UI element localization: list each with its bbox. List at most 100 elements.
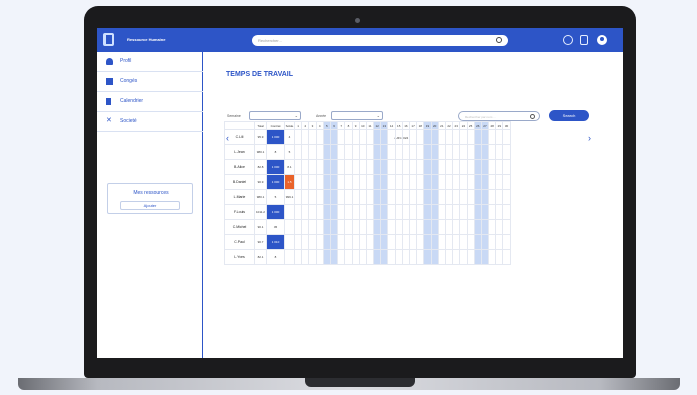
day-cell[interactable] (315, 129, 324, 145)
day-cell[interactable] (301, 219, 310, 235)
day-cell[interactable] (473, 249, 482, 265)
day-cell[interactable] (373, 159, 382, 175)
day-cell[interactable] (337, 144, 346, 160)
day-cell[interactable] (466, 174, 475, 190)
day-cell[interactable] (315, 144, 324, 160)
day-cell[interactable] (308, 249, 317, 265)
day-cell[interactable] (473, 174, 482, 190)
day-cell[interactable] (452, 159, 461, 175)
day-cell[interactable] (351, 219, 360, 235)
day-cell[interactable] (351, 204, 360, 220)
day-cell[interactable] (502, 204, 511, 220)
day-cell[interactable] (401, 204, 411, 220)
week-select[interactable]: ⌄ (249, 111, 301, 120)
day-cell[interactable] (480, 129, 490, 145)
day-cell[interactable] (293, 189, 303, 205)
day-cell[interactable] (337, 249, 346, 265)
document-icon[interactable] (580, 35, 588, 45)
day-cell[interactable] (301, 144, 310, 160)
day-cell[interactable] (452, 234, 461, 250)
day-cell[interactable] (322, 159, 331, 175)
sidebar-item-conges[interactable]: Congés (97, 72, 203, 92)
day-cell[interactable] (394, 189, 403, 205)
day-cell[interactable] (380, 174, 389, 190)
day-cell[interactable] (373, 189, 382, 205)
day-cell[interactable] (488, 219, 497, 235)
day-cell[interactable] (337, 174, 346, 190)
day-cell[interactable] (380, 204, 389, 220)
day-cell[interactable] (337, 189, 346, 205)
day-cell[interactable] (301, 189, 310, 205)
day-cell[interactable] (488, 144, 497, 160)
day-cell[interactable] (459, 189, 468, 205)
employee-search-input[interactable]: Rechercher par nom ... (458, 111, 540, 121)
day-cell[interactable] (444, 129, 454, 145)
day-cell[interactable] (480, 234, 490, 250)
day-cell[interactable] (329, 144, 339, 160)
day-cell[interactable] (329, 129, 339, 145)
add-resource-button[interactable]: Ajouter (120, 201, 180, 210)
day-cell[interactable] (387, 234, 396, 250)
day-cell[interactable] (380, 129, 389, 145)
search-icon[interactable] (496, 37, 502, 43)
day-cell[interactable] (459, 159, 468, 175)
day-cell[interactable] (351, 249, 360, 265)
day-cell[interactable] (394, 129, 403, 145)
day-cell[interactable] (430, 159, 439, 175)
day-cell[interactable] (351, 189, 360, 205)
table-row[interactable]: B.Daniel 90.9 1 000 1.5 (224, 174, 511, 190)
day-cell[interactable] (380, 234, 389, 250)
day-cell[interactable] (416, 234, 425, 250)
day-cell[interactable] (394, 174, 403, 190)
day-cell[interactable] (408, 189, 418, 205)
day-cell[interactable] (351, 144, 360, 160)
day-cell[interactable] (387, 219, 396, 235)
day-cell[interactable] (408, 159, 418, 175)
day-cell[interactable] (401, 129, 411, 145)
table-row[interactable]: L.Jean 980.1 8 5 (224, 144, 511, 160)
day-cell[interactable] (473, 159, 482, 175)
day-cell[interactable] (380, 249, 389, 265)
day-cell[interactable] (380, 159, 389, 175)
day-cell[interactable] (502, 144, 511, 160)
day-cell[interactable] (373, 174, 382, 190)
day-cell[interactable] (444, 249, 454, 265)
day-cell[interactable] (293, 129, 303, 145)
day-cell[interactable] (315, 189, 324, 205)
day-cell[interactable] (416, 249, 425, 265)
day-cell[interactable] (452, 129, 461, 145)
day-cell[interactable] (394, 144, 403, 160)
day-cell[interactable] (293, 234, 303, 250)
day-cell[interactable] (344, 159, 353, 175)
day-cell[interactable] (358, 174, 367, 190)
day-cell[interactable] (315, 174, 324, 190)
day-cell[interactable] (430, 144, 439, 160)
day-cell[interactable] (322, 249, 331, 265)
day-cell[interactable] (459, 129, 468, 145)
day-cell[interactable] (293, 144, 303, 160)
day-cell[interactable] (408, 219, 418, 235)
day-cell[interactable] (437, 249, 446, 265)
day-cell[interactable] (423, 234, 432, 250)
day-cell[interactable] (437, 234, 446, 250)
day-cell[interactable] (437, 129, 446, 145)
day-cell[interactable] (358, 234, 367, 250)
day-cell[interactable] (488, 234, 497, 250)
day-cell[interactable] (337, 159, 346, 175)
day-cell[interactable] (408, 204, 418, 220)
day-cell[interactable] (495, 159, 504, 175)
day-cell[interactable] (344, 144, 353, 160)
day-cell[interactable] (437, 189, 446, 205)
day-cell[interactable] (430, 174, 439, 190)
day-cell[interactable] (337, 219, 346, 235)
day-cell[interactable] (365, 249, 375, 265)
day-cell[interactable] (480, 144, 490, 160)
day-cell[interactable] (315, 234, 324, 250)
day-cell[interactable] (373, 144, 382, 160)
table-row[interactable]: C.Paul 90.7 1 010 (224, 234, 511, 250)
day-cell[interactable] (466, 234, 475, 250)
day-cell[interactable] (466, 249, 475, 265)
day-cell[interactable] (459, 204, 468, 220)
day-cell[interactable] (365, 129, 375, 145)
day-cell[interactable] (416, 129, 425, 145)
